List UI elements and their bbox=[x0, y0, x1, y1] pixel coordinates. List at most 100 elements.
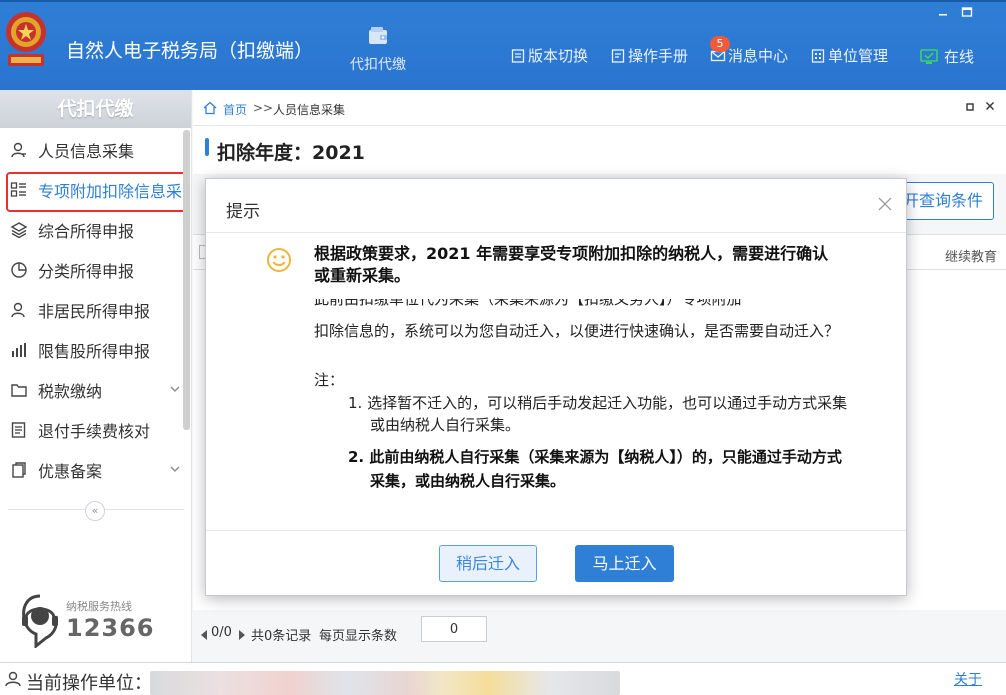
dialog-header: 提示 bbox=[206, 179, 906, 233]
about-link[interactable]: 关于 bbox=[954, 669, 982, 689]
layers-icon bbox=[10, 222, 28, 239]
monitor-check-icon bbox=[920, 48, 938, 64]
unit-management-button[interactable]: 单位管理 bbox=[810, 45, 888, 66]
pagination: 0/0 共0条记录 每页显示条数 bbox=[193, 610, 1006, 662]
dialog-divider bbox=[206, 530, 906, 531]
sidebar-item-comprehensive-income[interactable]: 综合所得申报 bbox=[0, 210, 182, 250]
sidebar-item-label: 人员信息采集 bbox=[38, 142, 135, 161]
next-page-button[interactable] bbox=[239, 630, 245, 640]
dialog-clipped-text: 此前由扣缴单位代为采集（采集来源为【扣缴义务人】）专项附加 bbox=[314, 299, 742, 308]
checklist-icon bbox=[11, 422, 26, 438]
online-status-label: 在线 bbox=[944, 48, 975, 66]
list-icon bbox=[10, 182, 26, 197]
sidebar-item-label: 限售股所得申报 bbox=[38, 342, 151, 361]
header-top-line bbox=[0, 0, 1006, 2]
manual-icon bbox=[611, 48, 625, 63]
sidebar-item-personnel-info[interactable]: 人员信息采集 bbox=[0, 130, 182, 170]
total-records: 共0条记录 bbox=[251, 629, 312, 644]
tab-close-button[interactable] bbox=[983, 100, 997, 114]
current-unit-label: 当前操作单位： bbox=[26, 673, 152, 694]
sidebar-item-classified-income[interactable]: 分类所得申报 bbox=[0, 250, 182, 290]
manual-button[interactable]: 操作手册 bbox=[610, 45, 688, 66]
page-size-label: 每页显示条数 bbox=[319, 629, 398, 644]
dialog-clipped-line: 此前由扣缴单位代为采集（采集来源为【扣缴义务人】）专项附加 bbox=[314, 299, 854, 315]
tax-emblem-logo bbox=[6, 12, 46, 66]
minimize-icon bbox=[939, 14, 947, 16]
app-title: 自然人电子税务局（扣缴端） bbox=[66, 40, 314, 62]
dialog-body: 扣除信息的，系统可以为您自动迁入，以便进行快速确认，是否需要自动迁入？ bbox=[314, 322, 840, 340]
sidebar-item-restricted-shares[interactable]: 限售股所得申报 bbox=[0, 330, 182, 370]
smiley-icon bbox=[267, 248, 291, 272]
breadcrumb: 首页 >> 人员信息采集 bbox=[193, 90, 1006, 126]
bar-chart-icon bbox=[12, 343, 26, 357]
chevron-down-icon bbox=[170, 466, 180, 472]
message-center-label: 消息中心 bbox=[728, 47, 789, 65]
sidebar-item-tax-payment[interactable]: 税款缴纳 bbox=[0, 370, 182, 410]
migrate-now-button[interactable]: 马上迁入 bbox=[575, 545, 674, 582]
customer-service-icon bbox=[22, 594, 58, 648]
sidebar-item-preferential-filing[interactable]: 优惠备案 bbox=[0, 450, 182, 490]
nav-withholding[interactable]: 代扣代缴 bbox=[338, 24, 418, 84]
restore-button[interactable] bbox=[958, 6, 976, 20]
minimize-button[interactable] bbox=[934, 6, 952, 20]
status-bar: 当前操作单位： 关于 bbox=[0, 662, 1006, 695]
breadcrumb-home-link[interactable]: 首页 bbox=[223, 101, 247, 118]
hotline-number: 12366 bbox=[66, 614, 155, 642]
person-icon bbox=[11, 142, 26, 158]
migrate-later-button[interactable]: 稍后迁入 bbox=[439, 545, 537, 582]
app-header: 自然人电子税务局（扣缴端） 代扣代缴 版本切换 操作手册 消息中心 5 单位管理… bbox=[0, 0, 1006, 90]
person-outline-icon bbox=[11, 302, 25, 318]
tab-restore-button[interactable] bbox=[963, 100, 977, 114]
sidebar: 代扣代缴 人员信息采集 专项附加扣除信息采集 综合所得申报 分类所得申报 非居民… bbox=[0, 90, 192, 662]
restore-icon bbox=[961, 7, 973, 17]
manual-label: 操作手册 bbox=[628, 47, 689, 65]
breadcrumb-current: 人员信息采集 bbox=[273, 103, 346, 117]
sidebar-item-label: 专项附加扣除信息采集 bbox=[38, 182, 182, 201]
table-column-header: 继续教育 bbox=[945, 250, 998, 265]
dialog-note-item: 1. 选择暂不迁入的，可以稍后手动发起迁入功能，也可以通过手动方式采集或由纳税人… bbox=[348, 394, 848, 434]
wallet-icon bbox=[369, 27, 387, 44]
dialog-note-label: 注： bbox=[314, 371, 345, 389]
year-accent-mark bbox=[205, 138, 209, 156]
collapse-sidebar-button[interactable]: « bbox=[85, 501, 105, 521]
page-title: 扣除年度：2021 bbox=[217, 142, 365, 164]
prev-page-button[interactable] bbox=[201, 630, 207, 640]
page-position: 0/0 bbox=[211, 625, 232, 640]
hotline-block: 纳税服务热线 12366 bbox=[18, 590, 178, 650]
pie-icon bbox=[11, 262, 27, 278]
hotline-label: 纳税服务热线 bbox=[66, 600, 132, 613]
chevron-down-icon bbox=[170, 386, 180, 392]
deduction-year-bar: 扣除年度：2021 bbox=[193, 126, 1006, 174]
sidebar-item-label: 退付手续费核对 bbox=[38, 422, 151, 441]
close-icon[interactable] bbox=[876, 195, 894, 213]
version-switch-button[interactable]: 版本切换 bbox=[510, 45, 588, 66]
user-icon bbox=[5, 671, 21, 687]
prompt-dialog: 提示 根据政策要求，2021 年需要享受专项附加扣除的纳税人，需要进行确认或重新… bbox=[205, 178, 907, 596]
folder-icon bbox=[11, 384, 27, 397]
sidebar-item-label: 综合所得申报 bbox=[38, 222, 135, 241]
sidebar-item-refund-fee-check[interactable]: 退付手续费核对 bbox=[0, 410, 182, 450]
dialog-title: 提示 bbox=[226, 202, 260, 222]
home-icon bbox=[203, 101, 217, 115]
dialog-headline: 根据政策要求，2021 年需要享受专项附加扣除的纳税人，需要进行确认或重新采集。 bbox=[314, 244, 829, 285]
query-conditions-button[interactable]: 开查询条件 bbox=[893, 182, 994, 220]
sidebar-item-label: 分类所得申报 bbox=[38, 262, 135, 281]
sidebar-item-label: 优惠备案 bbox=[38, 462, 103, 481]
current-unit-name-redacted bbox=[150, 671, 620, 695]
square-icon bbox=[966, 103, 974, 111]
building-icon bbox=[811, 48, 825, 63]
page-size-input[interactable] bbox=[421, 616, 487, 642]
sidebar-item-nonresident-income[interactable]: 非居民所得申报 bbox=[0, 290, 182, 330]
close-icon bbox=[986, 102, 994, 110]
nav-withholding-label: 代扣代缴 bbox=[350, 57, 406, 73]
sidebar-scrollbar[interactable] bbox=[183, 130, 190, 430]
sidebar-item-label: 税款缴纳 bbox=[38, 382, 103, 401]
version-switch-label: 版本切换 bbox=[528, 47, 589, 65]
copy-icon bbox=[12, 462, 26, 478]
unread-count-badge: 5 bbox=[710, 36, 730, 52]
unit-management-label: 单位管理 bbox=[828, 47, 889, 65]
sidebar-item-special-deduction[interactable]: 专项附加扣除信息采集 bbox=[0, 170, 182, 210]
document-icon bbox=[511, 48, 525, 63]
sidebar-title: 代扣代缴 bbox=[0, 90, 191, 128]
dialog-note-item-bold: 2. 此前由纳税人自行采集（采集来源为【纳税人】）的，只能通过手动方式采集，或由… bbox=[348, 448, 842, 490]
